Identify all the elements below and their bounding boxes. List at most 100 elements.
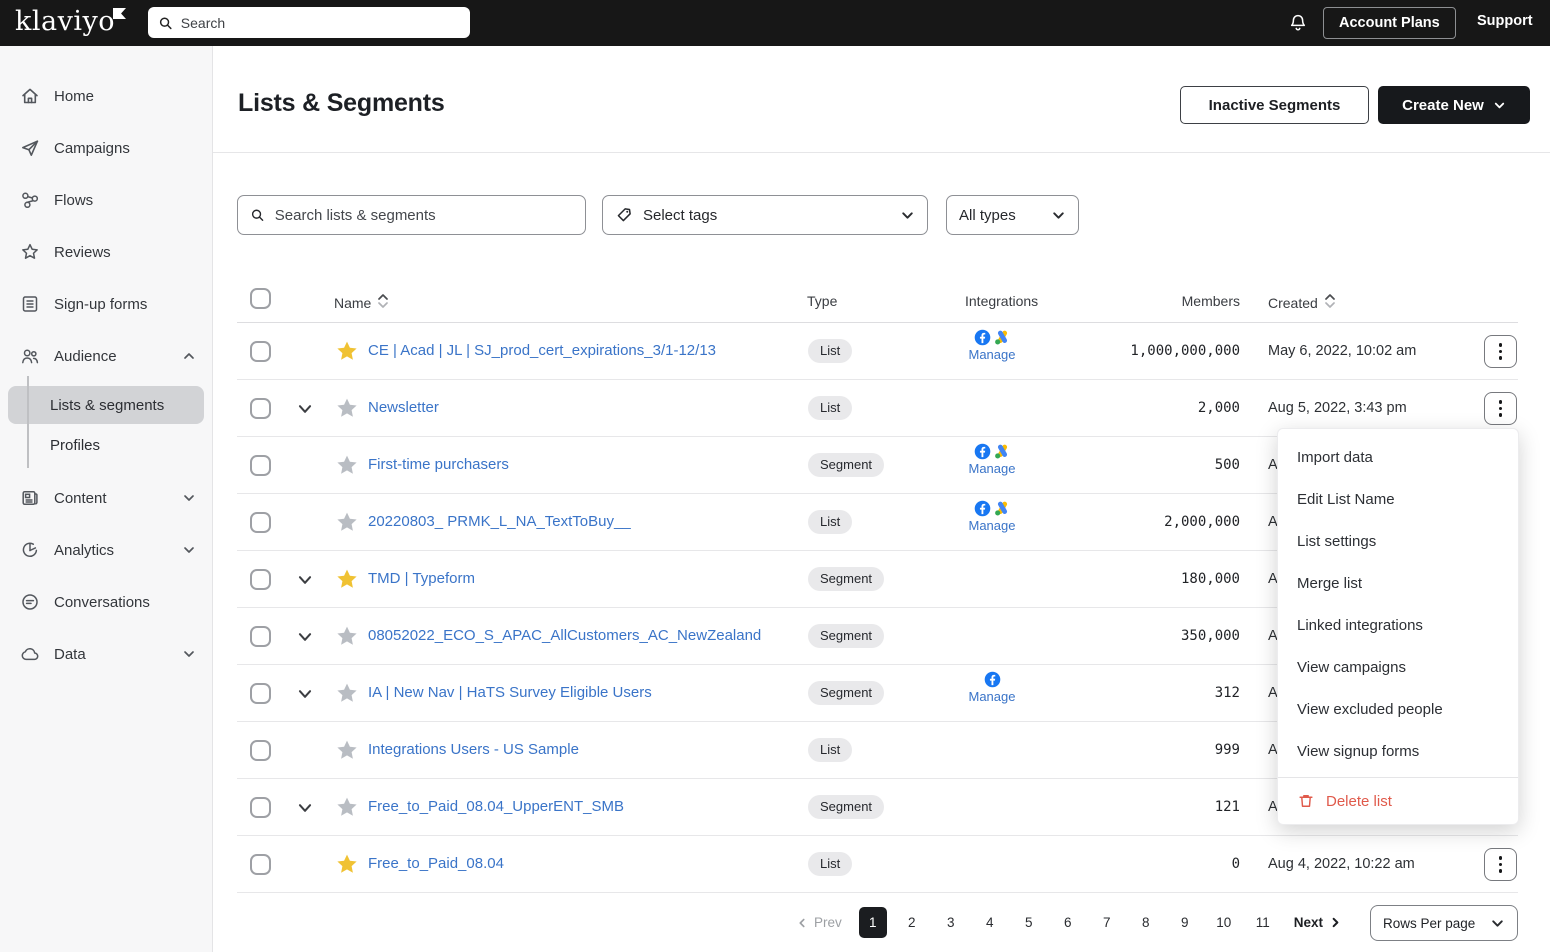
global-search-input[interactable]: [181, 15, 460, 31]
notifications-bell-icon[interactable]: [1288, 13, 1308, 33]
sort-icon[interactable]: [1325, 293, 1335, 309]
sidebar-item-lists-segments[interactable]: Lists & segments: [8, 386, 204, 424]
menu-item-linked-integrations[interactable]: Linked integrations: [1278, 604, 1518, 646]
next-page-button[interactable]: Next: [1294, 915, 1342, 930]
integration-icons: [974, 500, 1011, 517]
page-button[interactable]: 7: [1093, 907, 1121, 938]
menu-item-view-excluded-people[interactable]: View excluded people: [1278, 688, 1518, 730]
page-button[interactable]: 10: [1210, 907, 1238, 938]
sidebar-item-campaigns[interactable]: Campaigns: [0, 122, 212, 174]
sidebar-item-analytics[interactable]: Analytics: [0, 524, 212, 576]
column-header-created[interactable]: Created: [1268, 293, 1335, 312]
star-icon[interactable]: [335, 510, 359, 534]
row-checkbox[interactable]: [250, 854, 271, 875]
sidebar-item-signup-forms[interactable]: Sign-up forms: [0, 278, 212, 330]
star-icon[interactable]: [335, 624, 359, 648]
row-name-link[interactable]: First-time purchasers: [368, 456, 509, 473]
create-new-button[interactable]: Create New: [1378, 86, 1530, 124]
star-icon[interactable]: [335, 738, 359, 762]
page-button[interactable]: 3: [937, 907, 965, 938]
expand-chevron-icon[interactable]: [296, 799, 314, 817]
column-header-members: Members: [1090, 293, 1240, 309]
row-checkbox[interactable]: [250, 512, 271, 533]
lists-search-box[interactable]: [237, 195, 586, 235]
sidebar-item-conversations[interactable]: Conversations: [0, 576, 212, 628]
star-icon[interactable]: [335, 453, 359, 477]
row-checkbox[interactable]: [250, 398, 271, 419]
sidebar-item-profiles[interactable]: Profiles: [8, 426, 204, 464]
chevron-down-icon: [1493, 99, 1506, 112]
row-checkbox[interactable]: [250, 341, 271, 362]
star-icon[interactable]: [335, 852, 359, 876]
star-icon[interactable]: [335, 339, 359, 363]
star-icon[interactable]: [335, 795, 359, 819]
star-icon[interactable]: [335, 681, 359, 705]
menu-item-merge-list[interactable]: Merge list: [1278, 562, 1518, 604]
all-types-dropdown[interactable]: All types: [946, 195, 1079, 235]
row-checkbox[interactable]: [250, 740, 271, 761]
page-button[interactable]: 6: [1054, 907, 1082, 938]
expand-chevron-icon[interactable]: [296, 400, 314, 418]
sidebar-item-home[interactable]: Home: [0, 70, 212, 122]
select-tags-dropdown[interactable]: Select tags: [602, 195, 928, 235]
manage-link[interactable]: Manage: [969, 518, 1016, 533]
page-button[interactable]: 2: [898, 907, 926, 938]
row-actions-button[interactable]: [1484, 848, 1517, 881]
expand-chevron-icon[interactable]: [296, 628, 314, 646]
menu-item-delete-list[interactable]: Delete list: [1278, 777, 1518, 824]
menu-item-import-data[interactable]: Import data: [1278, 436, 1518, 478]
manage-link[interactable]: Manage: [969, 461, 1016, 476]
row-actions-button[interactable]: [1484, 392, 1517, 425]
star-icon[interactable]: [335, 396, 359, 420]
row-name-link[interactable]: 08052022_ECO_S_APAC_AllCustomers_AC_NewZ…: [368, 627, 761, 644]
row-name-link[interactable]: Free_to_Paid_08.04_UpperENT_SMB: [368, 798, 624, 815]
row-name-link[interactable]: IA | New Nav | HaTS Survey Eligible User…: [368, 684, 652, 701]
row-name-link[interactable]: CE | Acad | JL | SJ_prod_cert_expiration…: [368, 342, 716, 359]
lists-search-input[interactable]: [275, 207, 573, 224]
menu-item-view-campaigns[interactable]: View campaigns: [1278, 646, 1518, 688]
expand-chevron-icon[interactable]: [296, 685, 314, 703]
rows-per-page-dropdown[interactable]: Rows Per page: [1370, 905, 1518, 941]
manage-link[interactable]: Manage: [969, 689, 1016, 704]
sidebar-item-reviews[interactable]: Reviews: [0, 226, 212, 278]
row-checkbox[interactable]: [250, 626, 271, 647]
select-all-checkbox[interactable]: [250, 288, 271, 309]
menu-item-edit-list-name[interactable]: Edit List Name: [1278, 478, 1518, 520]
inactive-segments-button[interactable]: Inactive Segments: [1180, 86, 1369, 124]
chevron-down-icon: [1051, 208, 1066, 223]
row-name-link[interactable]: 20220803_ PRMK_L_NA_TextToBuy__: [368, 513, 631, 530]
page-button[interactable]: 8: [1132, 907, 1160, 938]
menu-item-view-signup-forms[interactable]: View signup forms: [1278, 730, 1518, 772]
row-actions-button[interactable]: [1484, 335, 1517, 368]
send-icon: [20, 138, 40, 158]
sort-icon[interactable]: [378, 293, 388, 309]
page-button[interactable]: 9: [1171, 907, 1199, 938]
support-link[interactable]: Support: [1477, 13, 1533, 29]
sidebar-item-content[interactable]: Content: [0, 472, 212, 524]
global-search[interactable]: [148, 7, 470, 38]
column-header-name[interactable]: Name: [334, 293, 388, 312]
expand-chevron-icon[interactable]: [296, 571, 314, 589]
sidebar-item-data[interactable]: Data: [0, 628, 212, 680]
klaviyo-logo[interactable]: klaviyo: [15, 6, 115, 37]
tree-line: [27, 376, 29, 468]
menu-item-list-settings[interactable]: List settings: [1278, 520, 1518, 562]
row-name-link[interactable]: Free_to_Paid_08.04: [368, 855, 504, 872]
row-checkbox[interactable]: [250, 797, 271, 818]
row-checkbox[interactable]: [250, 455, 271, 476]
account-plans-button[interactable]: Account Plans: [1323, 7, 1456, 39]
row-name-link[interactable]: TMD | Typeform: [368, 570, 475, 587]
page-button[interactable]: 4: [976, 907, 1004, 938]
prev-page-button[interactable]: Prev: [796, 915, 842, 930]
row-name-link[interactable]: Integrations Users - US Sample: [368, 741, 579, 758]
sidebar-item-audience[interactable]: Audience: [0, 330, 212, 382]
star-icon[interactable]: [335, 567, 359, 591]
row-checkbox[interactable]: [250, 683, 271, 704]
row-checkbox[interactable]: [250, 569, 271, 590]
row-name-link[interactable]: Newsletter: [368, 399, 439, 416]
page-button[interactable]: 11: [1249, 907, 1277, 938]
page-button[interactable]: 5: [1015, 907, 1043, 938]
manage-link[interactable]: Manage: [969, 347, 1016, 362]
sidebar-item-flows[interactable]: Flows: [0, 174, 212, 226]
page-button[interactable]: 1: [859, 907, 887, 938]
